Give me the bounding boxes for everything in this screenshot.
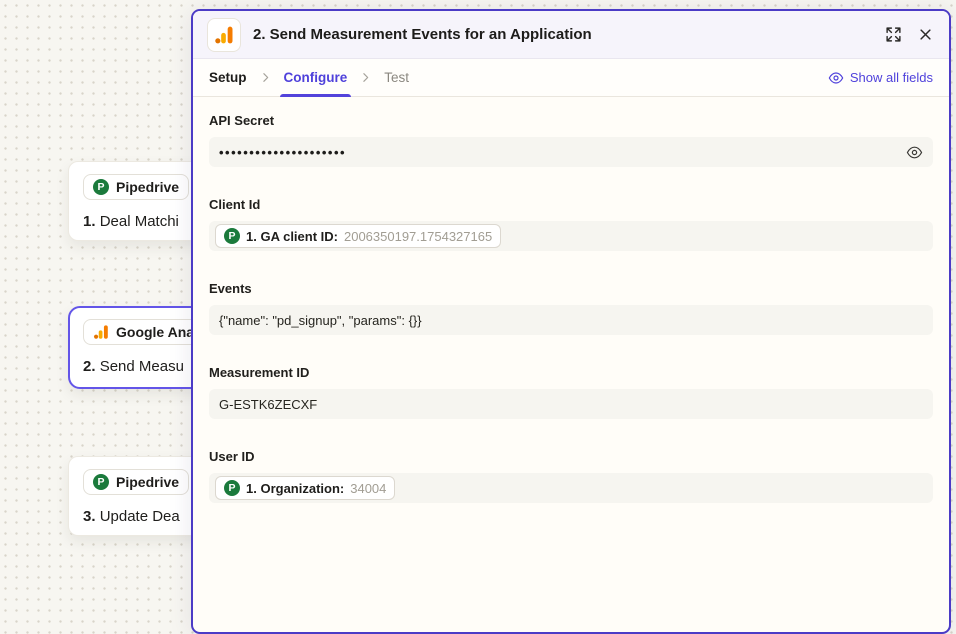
client-id-input[interactable]: P 1. GA client ID: 2006350197.1754327165 [209,221,933,251]
expand-icon[interactable] [885,26,902,43]
step-title: 2. Send Measu [83,358,207,375]
eye-icon [828,70,844,86]
events-input[interactable]: {"name": "pd_signup", "params": {}} [209,305,933,335]
step-title: 3. Update Dea [83,508,207,525]
google-analytics-icon [214,25,234,45]
tab-configure[interactable]: Configure [284,59,348,96]
user-id-input[interactable]: P 1. Organization: 34004 [209,473,933,503]
step-label: Send Measu [100,358,184,375]
field-label: API Secret [209,113,933,128]
step-breadcrumb-tabs: Setup Configure Test Show all fields [193,59,949,97]
app-badge-pipedrive: P Pipedrive [83,174,189,200]
app-badge-label: Google Ana [116,324,194,340]
show-all-fields-button[interactable]: Show all fields [828,70,933,86]
step-number: 1. [83,213,96,230]
field-group-measurement-id: Measurement ID G-ESTK6ZECXF [209,365,933,419]
pipedrive-icon: P [93,179,109,195]
api-secret-input[interactable]: ••••••••••••••••••••• [209,137,933,167]
panel-body: API Secret ••••••••••••••••••••• Client … [193,97,949,533]
app-badge-pipedrive: P Pipedrive [83,469,189,495]
step-label: Deal Matchi [100,213,179,230]
pipedrive-icon: P [224,228,240,244]
field-label: Measurement ID [209,365,933,380]
field-label: Client Id [209,197,933,212]
tab-test[interactable]: Test [384,70,409,85]
close-icon[interactable] [918,27,933,42]
chevron-right-icon [259,71,272,84]
masked-value: ••••••••••••••••••••• [219,145,346,160]
mapped-field-chip-organization[interactable]: P 1. Organization: 34004 [215,476,395,500]
step-config-panel: 2. Send Measurement Events for an Applic… [191,9,951,634]
tab-setup[interactable]: Setup [209,70,247,85]
reveal-secret-eye-icon[interactable] [906,144,923,161]
show-all-fields-label: Show all fields [850,70,933,85]
field-label: User ID [209,449,933,464]
field-group-client-id: Client Id P 1. GA client ID: 2006350197.… [209,197,933,251]
pipedrive-icon: P [93,474,109,490]
chevron-right-icon [359,71,372,84]
field-group-events: Events {"name": "pd_signup", "params": {… [209,281,933,335]
app-icon-box [207,18,241,52]
panel-title: 2. Send Measurement Events for an Applic… [253,26,873,43]
chip-value: 34004 [350,481,386,496]
chip-label: 1. GA client ID: [246,229,338,244]
app-badge-label: Pipedrive [116,474,179,490]
panel-header: 2. Send Measurement Events for an Applic… [193,11,949,59]
field-label: Events [209,281,933,296]
mapped-field-chip-ga-client-id[interactable]: P 1. GA client ID: 2006350197.1754327165 [215,224,501,248]
step-number: 3. [83,508,96,525]
google-analytics-icon [93,324,109,340]
chip-label: 1. Organization: [246,481,344,496]
app-badge-label: Pipedrive [116,179,179,195]
measurement-id-value: G-ESTK6ZECXF [219,397,317,412]
step-label: Update Dea [100,508,180,525]
step-title: 1. Deal Matchi [83,213,207,230]
step-number: 2. [83,358,96,375]
events-value: {"name": "pd_signup", "params": {}} [219,313,422,328]
app-badge-google-analytics: Google Ana [83,319,204,345]
header-actions [885,26,933,43]
pipedrive-icon: P [224,480,240,496]
field-group-user-id: User ID P 1. Organization: 34004 [209,449,933,503]
field-group-api-secret: API Secret ••••••••••••••••••••• [209,113,933,167]
measurement-id-input[interactable]: G-ESTK6ZECXF [209,389,933,419]
chip-value: 2006350197.1754327165 [344,229,492,244]
